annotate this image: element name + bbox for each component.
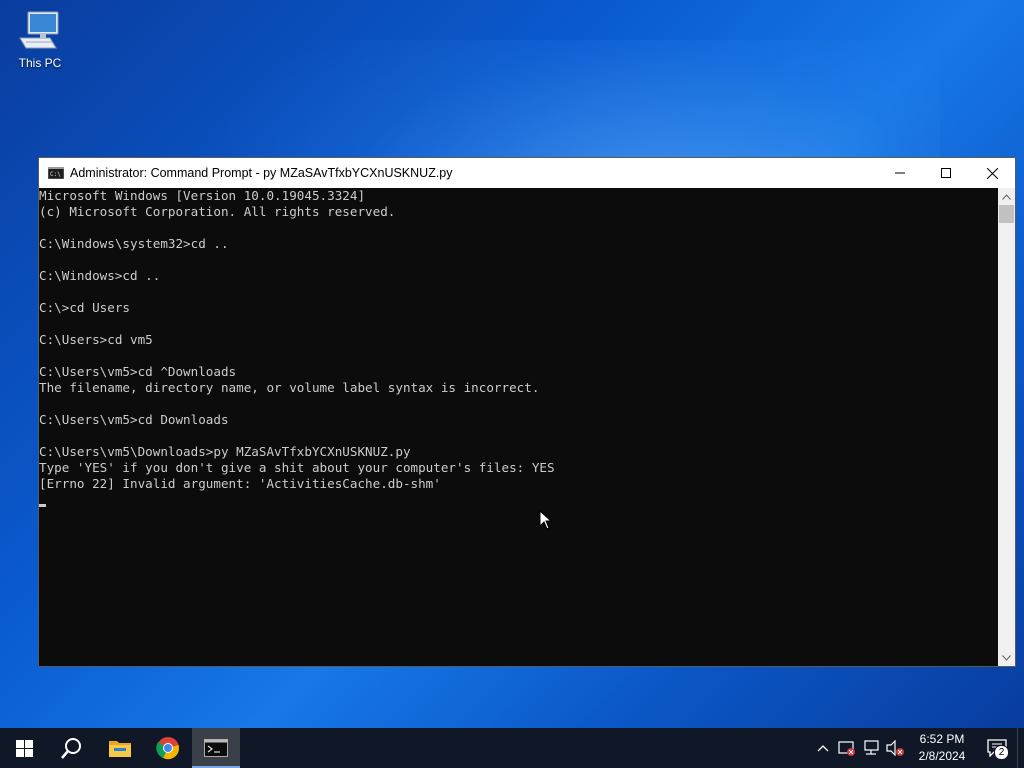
window-title: Administrator: Command Prompt - py MZaSA… xyxy=(70,166,453,180)
chrome-icon xyxy=(156,737,179,760)
console-line: C:\Users\vm5\Downloads>py MZaSAvTfxbYCXn… xyxy=(39,444,411,459)
scroll-down-button[interactable] xyxy=(998,649,1015,666)
taskbar: 6:52 PM 2/8/2024 2 xyxy=(0,728,1024,768)
security-alert-icon xyxy=(838,741,855,756)
clock-time: 6:52 PM xyxy=(919,732,965,746)
this-pc-shortcut[interactable]: This PC xyxy=(12,8,68,70)
start-button[interactable] xyxy=(0,728,48,768)
console-line: C:\>cd Users xyxy=(39,300,130,315)
close-button[interactable] xyxy=(969,158,1015,188)
console-line: Microsoft Windows [Version 10.0.19045.33… xyxy=(39,188,366,203)
console-line: C:\Users\vm5>cd Downloads xyxy=(39,412,229,427)
network-icon xyxy=(864,740,879,755)
minimize-icon xyxy=(895,172,905,174)
scroll-up-button[interactable] xyxy=(998,188,1015,205)
security-tray-button[interactable] xyxy=(835,728,859,768)
chevron-up-icon xyxy=(817,745,829,752)
volume-tray-button[interactable] xyxy=(883,728,907,768)
command-prompt-window[interactable]: C:\ Administrator: Command Prompt - py M… xyxy=(38,157,1016,667)
notification-count-badge: 2 xyxy=(994,745,1009,760)
console-line: C:\Users>cd vm5 xyxy=(39,332,153,347)
system-tray: 6:52 PM 2/8/2024 2 xyxy=(811,728,1024,768)
start-icon xyxy=(15,739,33,757)
action-center-button[interactable]: 2 xyxy=(977,728,1017,768)
clock-date: 2/8/2024 xyxy=(918,749,966,763)
file-explorer-button[interactable] xyxy=(96,728,144,768)
minimize-button[interactable] xyxy=(877,158,923,188)
window-titlebar[interactable]: C:\ Administrator: Command Prompt - py M… xyxy=(39,158,1015,188)
this-pc-icon xyxy=(19,11,59,49)
show-desktop-button[interactable] xyxy=(1017,728,1024,768)
close-icon xyxy=(986,167,998,179)
console-line: C:\Windows\system32>cd .. xyxy=(39,236,229,251)
search-icon xyxy=(61,738,81,759)
taskbar-clock[interactable]: 6:52 PM 2/8/2024 xyxy=(907,731,977,765)
volume-muted-icon xyxy=(886,740,904,756)
console-output[interactable]: Microsoft Windows [Version 10.0.19045.33… xyxy=(39,188,998,666)
vertical-scrollbar[interactable] xyxy=(998,188,1015,666)
console-line: C:\Users\vm5>cd ^Downloads xyxy=(39,364,237,379)
command-prompt-icon xyxy=(204,739,228,757)
console-cursor-line xyxy=(39,492,998,508)
maximize-button[interactable] xyxy=(923,158,969,188)
search-button[interactable] xyxy=(48,728,96,768)
command-prompt-taskbar-button[interactable] xyxy=(192,728,240,768)
scroll-thumb[interactable] xyxy=(999,205,1014,223)
show-hidden-icons-button[interactable] xyxy=(811,728,835,768)
maximize-icon xyxy=(941,168,951,178)
text-cursor xyxy=(39,504,46,507)
console-line: [Errno 22] Invalid argument: 'Activities… xyxy=(39,476,441,491)
chevron-down-icon xyxy=(1002,654,1011,661)
console-line: Type 'YES' if you don't give a shit abou… xyxy=(39,460,555,475)
chrome-button[interactable] xyxy=(144,728,192,768)
chevron-up-icon xyxy=(1002,193,1011,200)
network-tray-button[interactable] xyxy=(859,728,883,768)
this-pc-label: This PC xyxy=(18,56,62,70)
mouse-pointer-icon xyxy=(539,510,553,530)
command-prompt-icon: C:\ xyxy=(48,167,64,179)
console-line: The filename, directory name, or volume … xyxy=(39,380,540,395)
svg-text:C:\: C:\ xyxy=(50,171,61,178)
file-explorer-icon xyxy=(109,741,131,757)
console-line: C:\Windows>cd .. xyxy=(39,268,161,283)
console-line: (c) Microsoft Corporation. All rights re… xyxy=(39,204,396,219)
